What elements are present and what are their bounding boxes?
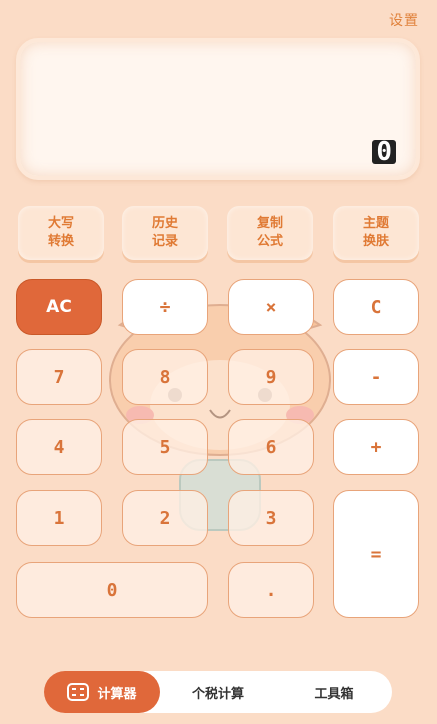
digit-3-button[interactable]: 3 [228,490,314,546]
calculator-icon [67,683,90,701]
nav-toolbox[interactable]: 工具箱 [276,683,392,702]
equals-button[interactable]: = [333,490,419,618]
clear-button[interactable]: C [333,279,419,335]
minus-button[interactable]: - [333,349,419,405]
divide-button[interactable]: ÷ [122,279,208,335]
nav-calculator[interactable]: 计算器 [44,671,160,713]
digit-4-button[interactable]: 4 [16,419,102,475]
decimal-button[interactable]: . [228,562,314,618]
plus-button[interactable]: + [333,419,419,475]
digit-7-button[interactable]: 7 [16,349,102,405]
digit-2-button[interactable]: 2 [122,490,208,546]
multiply-button[interactable]: × [228,279,314,335]
digit-6-button[interactable]: 6 [228,419,314,475]
digit-5-button[interactable]: 5 [122,419,208,475]
bottom-nav: 计算器 个税计算 工具箱 [44,671,392,713]
nav-calculator-label: 计算器 [97,686,137,702]
digit-0-button[interactable]: 0 [16,562,208,618]
ac-button[interactable]: AC [16,279,102,335]
digit-8-button[interactable]: 8 [122,349,208,405]
digit-9-button[interactable]: 9 [228,349,314,405]
digit-1-button[interactable]: 1 [16,490,102,546]
nav-income-tax[interactable]: 个税计算 [160,683,276,702]
